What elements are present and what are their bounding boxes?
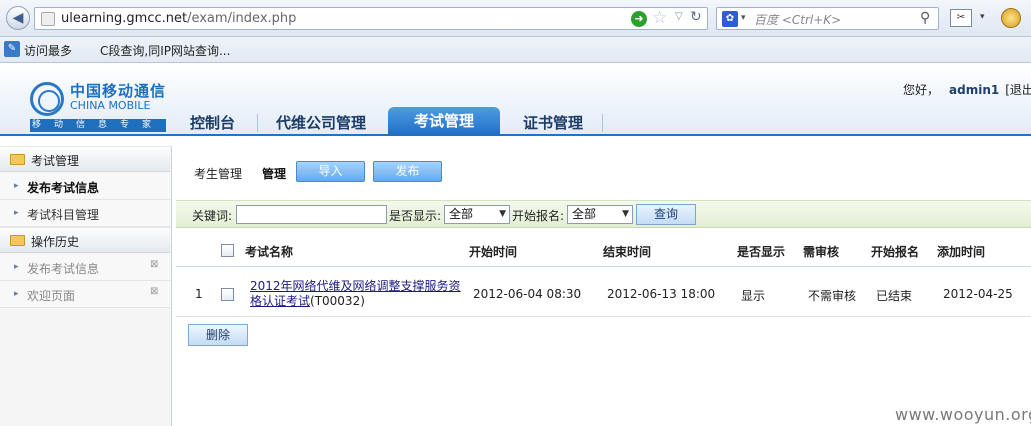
back-icon[interactable]: ◀ [6,6,30,30]
show-select-value: 全部 [449,207,474,221]
keyword-input[interactable] [236,205,387,224]
bullet-icon: ▸ [14,208,19,218]
bookmark-star-icon[interactable]: ☆ [652,8,667,28]
table-row: 1 2012年网络代维及网络调整支撑服务资格认证考试(T00032) 2012-… [176,271,1031,317]
exam-added-date: 2012-04-25 [943,287,1013,301]
tab-separator [602,114,603,132]
bullet-icon: ▸ [14,181,19,191]
show-label: 是否显示: [389,209,442,223]
browser-toolbar: ◀ ulearning.gmcc.net/exam/index.php ➜ ☆ … [0,0,1031,37]
toolbar-label-manage: 管理 [262,167,287,181]
column-header-signup[interactable]: 开始报名 [871,243,919,260]
close-icon[interactable]: ⊠ [150,286,158,297]
exam-end-time: 2012-06-13 18:00 [607,287,716,301]
column-header-end[interactable]: 结束时间 [603,243,651,260]
watermark: www.wooyun.org [895,405,1031,424]
exam-signup-status: 已结束 [876,289,913,303]
sidebar-group-history[interactable]: 操作历史 [0,227,170,253]
sidebar-item-label: 发布考试信息 [27,181,100,195]
search-bar[interactable]: ✿ ▾ 百度 <Ctrl+K> ⚲ [716,7,939,30]
sidebar-history-publish-exam[interactable]: ▸ 发布考试信息 ⊠ [0,254,170,281]
bullet-icon: ▸ [14,289,19,299]
exam-start-time: 2012-06-04 08:30 [473,287,582,301]
addon-icon[interactable] [1001,8,1021,28]
bookmarks-bar: ✎ 访问最多 C段查询,同IP网站查询... [0,37,1031,63]
china-mobile-logo: 中国移动通信 CHINA MOBILE 移动信息专家 [28,78,168,134]
bullet-icon: ▸ [14,262,19,272]
greeting: 您好， [903,83,940,97]
address-bar[interactable]: ulearning.gmcc.net/exam/index.php ➜ ☆ ▽ … [34,7,708,30]
tab-maintenance-company[interactable]: 代维公司管理 [276,112,366,136]
column-header-show[interactable]: 是否显示 [737,243,785,260]
exam-name-cell: 2012年网络代维及网络调整支撑服务资格认证考试(T00032) [250,279,462,309]
sidebar-item-label: 欢迎页面 [27,289,76,303]
folder-icon [10,235,25,246]
signup-label: 开始报名: [512,209,565,223]
bookmark-folder-icon: ✎ [4,41,20,57]
sidebar-item-label: 发布考试信息 [27,262,100,276]
import-button[interactable]: 导入 [296,161,365,182]
logout-link[interactable]: [退出] [1005,83,1031,97]
delete-button[interactable]: 删除 [188,324,248,346]
page-favicon [41,12,55,26]
url-text[interactable]: ulearning.gmcc.net/exam/index.php [61,11,296,26]
tab-certificate-management[interactable]: 证书管理 [523,112,583,136]
query-button[interactable]: 查询 [636,204,696,225]
signup-select-value: 全部 [572,207,597,221]
exam-code: (T00032) [310,294,365,308]
filter-bar: 关键词: 是否显示: 全部 ▼ 开始报名: 全部 ▼ 查询 [176,200,1031,228]
column-header-added[interactable]: 添加时间 [937,243,985,260]
table-header: 考试名称 开始时间 结束时间 是否显示 需审核 开始报名 添加时间 [176,235,1031,267]
main-content: 考生管理 管理 导入 发布 关键词: 是否显示: 全部 ▼ 开始报名: 全部 ▼ 查… [176,146,1031,426]
search-engine-dropdown-icon[interactable]: ▾ [741,13,746,23]
folder-icon [10,154,25,165]
bookmark-most-visited[interactable]: 访问最多 [24,42,72,59]
sidebar-history-welcome[interactable]: ▸ 欢迎页面 ⊠ [0,281,170,308]
publish-button[interactable]: 发布 [373,161,442,182]
search-icon[interactable]: ⚲ [920,10,930,26]
exam-review-status: 不需审核 [808,289,857,303]
close-icon[interactable]: ⊠ [150,259,158,270]
row-index: 1 [195,287,203,301]
tool-dropdown-icon[interactable]: ▾ [980,12,985,22]
username: admin1 [949,83,1000,97]
column-header-start[interactable]: 开始时间 [469,243,517,260]
search-input[interactable]: 百度 <Ctrl+K> [754,11,841,28]
logo-slogan: 移动信息专家 [30,119,166,132]
tab-console[interactable]: 控制台 [190,112,235,136]
sidebar-group-exam[interactable]: 考试管理 [0,146,170,172]
baidu-paw-icon[interactable]: ✿ [722,11,738,27]
user-info: 您好， admin1 [退出] [903,81,1031,98]
logo-cn-text: 中国移动通信 [70,82,167,100]
signup-select[interactable]: 全部 ▼ [567,205,633,224]
sidebar-group-label: 考试管理 [31,154,80,168]
history-dropdown-icon[interactable]: ▽ [675,11,683,22]
chevron-down-icon: ▼ [499,209,506,219]
column-header-name[interactable]: 考试名称 [245,243,293,260]
tab-separator [257,114,258,132]
column-header-review[interactable]: 需审核 [803,243,839,260]
select-all-checkbox[interactable] [221,244,234,257]
tab-exam-management[interactable]: 考试管理 [388,107,500,136]
sidebar-item-publish-exam[interactable]: ▸ 发布考试信息 [0,173,170,200]
sidebar-item-subject-management[interactable]: ▸ 考试科目管理 [0,200,170,227]
sidebar: 考试管理 ▸ 发布考试信息 ▸ 考试科目管理 操作历史 ▸ 发布考试信息 ⊠ ▸… [0,146,172,426]
go-arrow-icon[interactable]: ➜ [631,11,647,27]
keyword-label: 关键词: [192,209,233,223]
reload-icon[interactable]: ↻ [690,9,702,25]
logo-en-text: CHINA MOBILE [70,99,151,112]
logo-mark-icon [30,82,64,116]
chevron-down-icon: ▼ [622,209,629,219]
toolbar-label-examinee: 考生管理 [194,167,243,181]
sidebar-item-label: 考试科目管理 [27,208,100,222]
screenshot-tool-icon[interactable]: ✂ [950,9,972,27]
bookmark-c-segment[interactable]: C段查询,同IP网站查询... [100,42,230,59]
show-select[interactable]: 全部 ▼ [444,205,510,224]
page-header: 中国移动通信 CHINA MOBILE 移动信息专家 您好， admin1 [退出]… [0,64,1031,136]
sidebar-group-label: 操作历史 [31,235,80,249]
row-checkbox[interactable] [221,288,234,301]
exam-show-status: 显示 [741,289,766,303]
